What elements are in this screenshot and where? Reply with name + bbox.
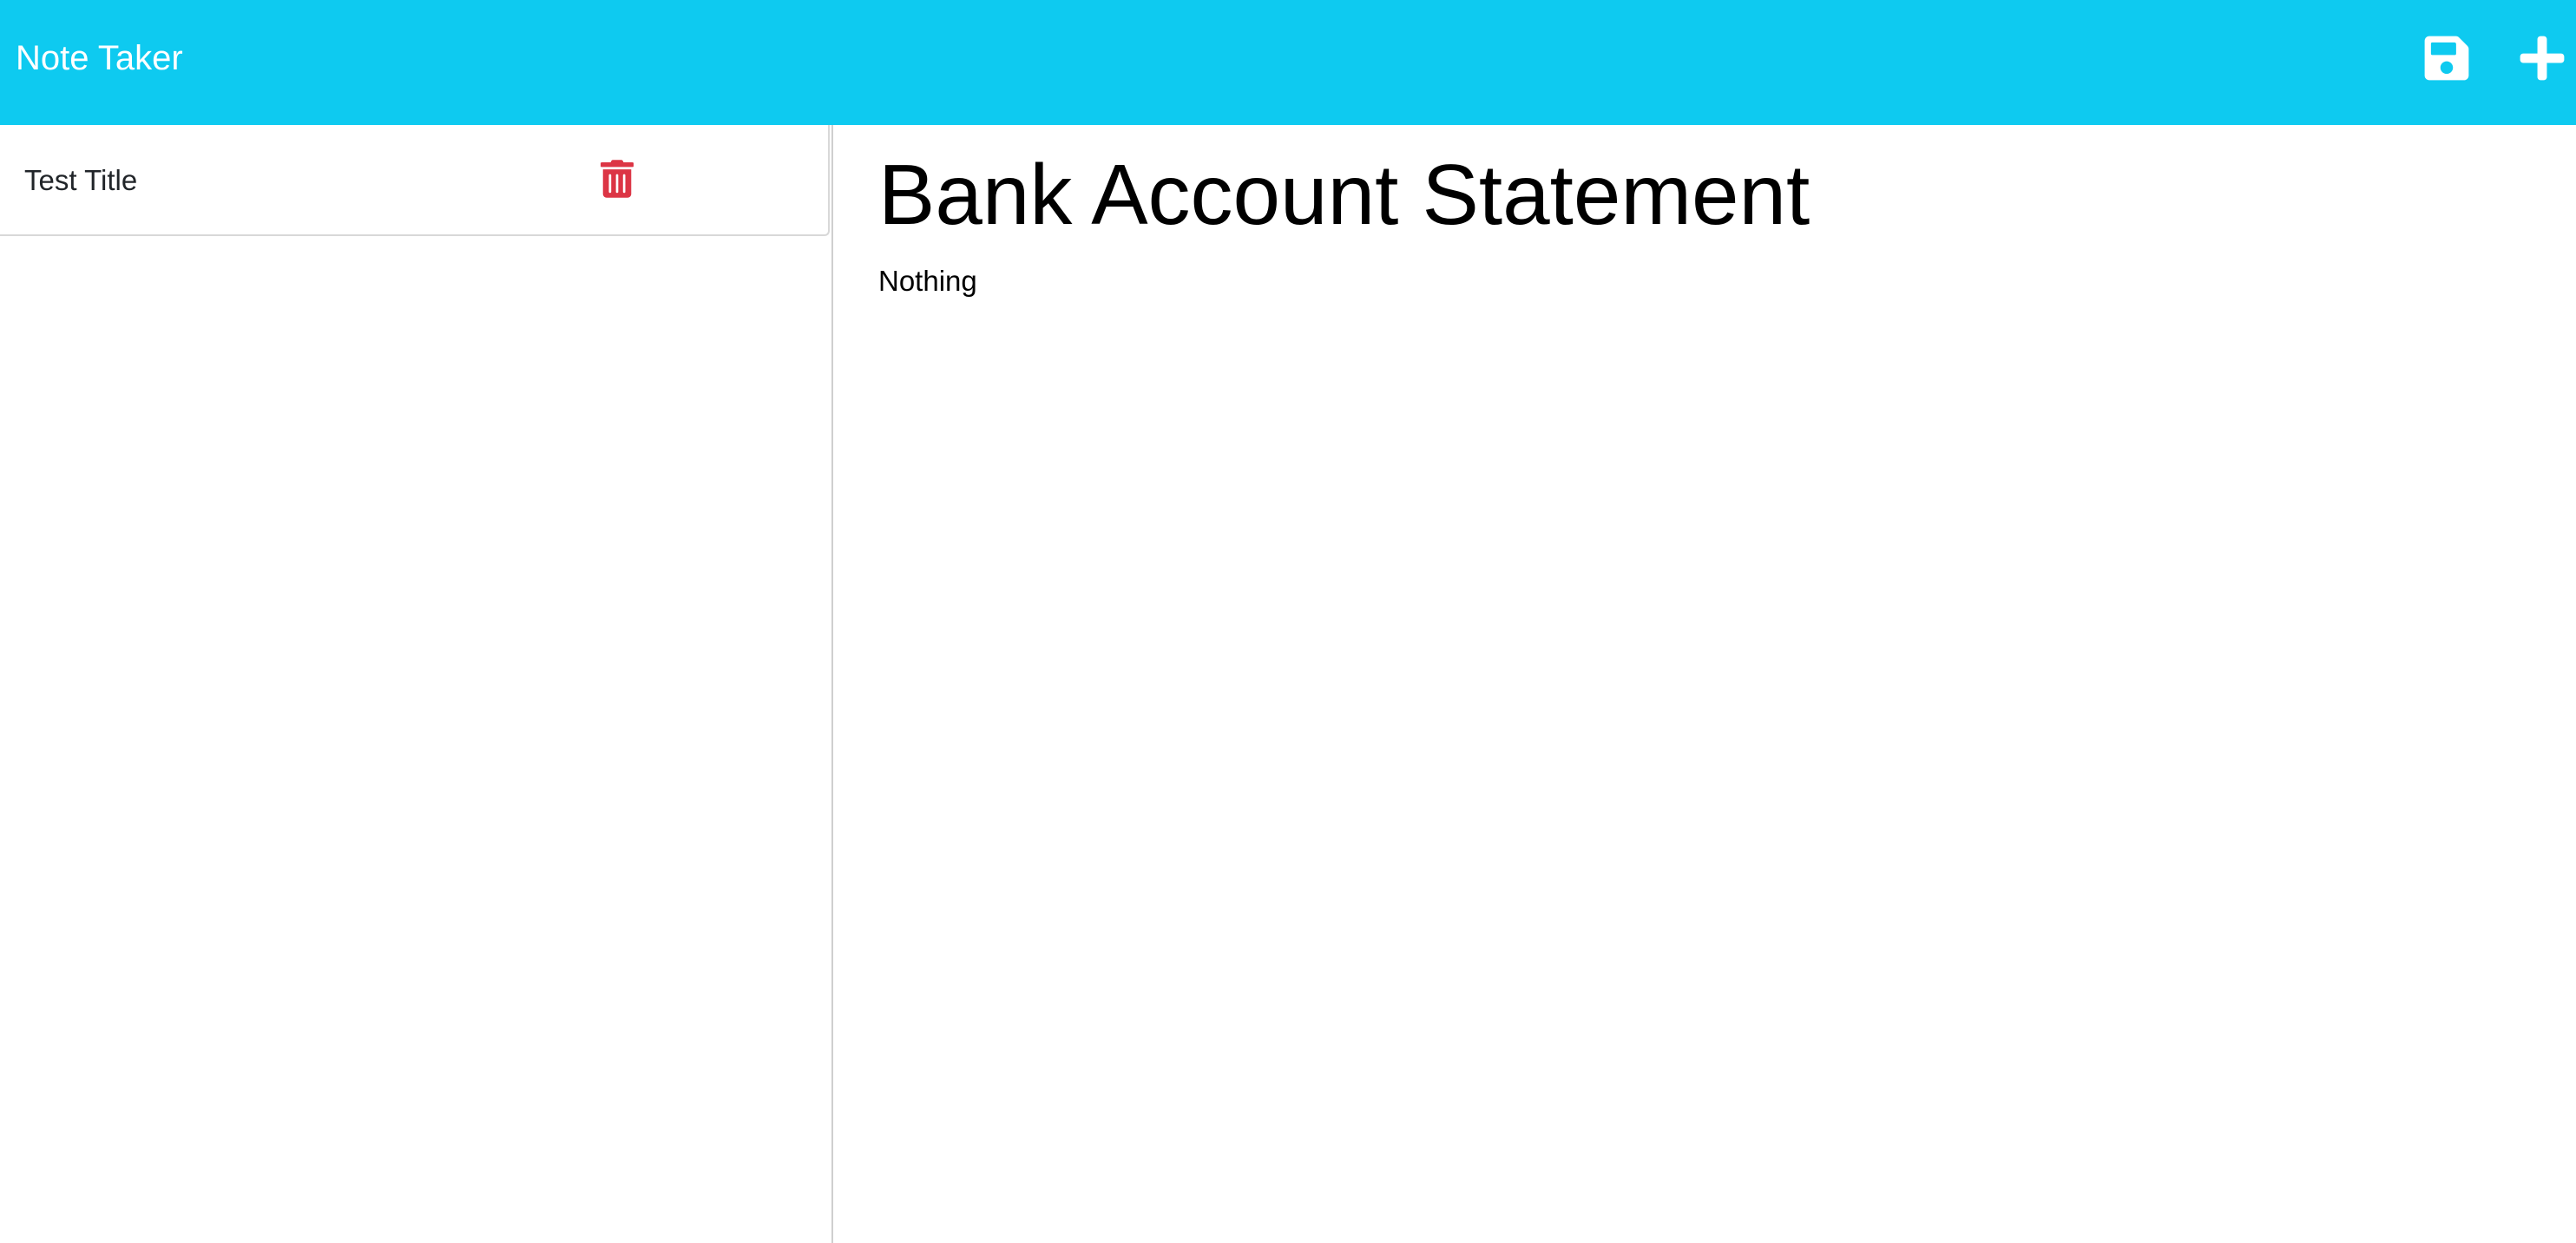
app-title[interactable]: Note Taker <box>16 35 183 82</box>
trash-icon <box>601 160 634 198</box>
delete-note-button[interactable] <box>601 160 634 198</box>
note-list-item[interactable]: Test Title <box>0 125 830 236</box>
save-icon <box>2424 36 2469 81</box>
new-note-button[interactable] <box>2517 33 2567 83</box>
note-list-item-title: Test Title <box>24 164 138 196</box>
save-note-button[interactable] <box>2422 33 2472 83</box>
note-editor: Bank Account Statement Nothing <box>833 125 2576 1243</box>
navbar: Note Taker <box>0 0 2576 125</box>
note-title-field[interactable]: Bank Account Statement <box>878 142 1810 247</box>
plus-icon <box>2520 36 2565 81</box>
note-text-field[interactable]: Nothing <box>878 262 977 300</box>
notes-sidebar: Test Title <box>0 125 833 1243</box>
